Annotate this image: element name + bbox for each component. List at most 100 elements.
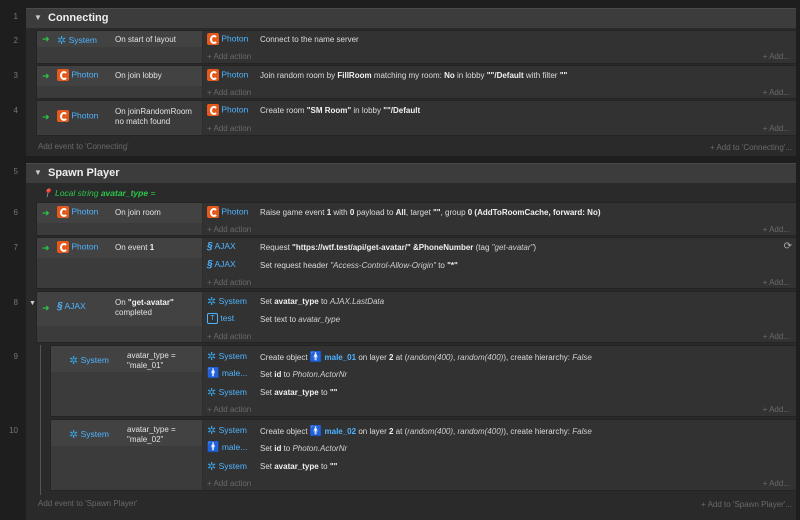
action-text[interactable]: Set avatar_type to "" <box>260 462 337 471</box>
collapse-triangle-icon[interactable]: ▼ <box>34 13 42 22</box>
action-text[interactable]: Raise game event 1 with 0 payload to All… <box>260 208 601 217</box>
event-row[interactable]: ➜ Photon On event 1 § AJAX Request "http… <box>36 237 796 289</box>
add-more-link[interactable]: + Add... <box>763 225 790 234</box>
local-variable[interactable]: 📍 Local string avatar_type = <box>42 188 155 199</box>
line-number: 5 <box>13 167 18 176</box>
add-more-link[interactable]: + Add... <box>763 332 790 341</box>
male-sprite-icon: 🚹 <box>309 426 323 437</box>
add-more-link[interactable]: + Add... <box>763 278 790 287</box>
photon-icon <box>207 33 219 45</box>
condition-block[interactable]: ➜ § AJAX On "get-avatar" completed <box>37 292 202 342</box>
add-more-link[interactable]: + Add... <box>763 52 790 61</box>
add-action-link[interactable]: + Add action <box>207 405 251 414</box>
action-object[interactable]: 🚹 male... <box>207 368 247 379</box>
condition-block[interactable]: ➜ Photon On event 1 <box>37 238 202 288</box>
event-row[interactable]: ➜ Photon On joinRandomRoom no match found… <box>36 100 796 136</box>
action-object[interactable]: § AJAX <box>207 259 236 270</box>
add-more-link[interactable]: + Add... <box>763 405 790 414</box>
gear-icon: ✲ <box>207 461 217 473</box>
action-object[interactable]: § AJAX <box>207 241 236 252</box>
action-text[interactable]: Join random room by FillRoom matching my… <box>260 71 567 80</box>
collapse-triangle-icon[interactable]: ▼ <box>34 168 42 177</box>
trigger-arrow-icon: ➜ <box>42 208 50 218</box>
add-to-group-link[interactable]: + Add to 'Spawn Player'... <box>701 500 792 509</box>
action-object[interactable]: ✲ System <box>207 386 247 399</box>
action-object[interactable]: 🚹 male... <box>207 442 247 453</box>
event-row[interactable]: ➜ Photon On join room Photon Raise game … <box>36 202 796 236</box>
action-text[interactable]: Create object 🚹 male_02 on layer 2 at (r… <box>260 426 592 437</box>
action-object[interactable]: Photon <box>207 206 248 218</box>
condition-text: On join lobby <box>115 71 162 80</box>
group-header-connecting[interactable]: ▼ Connecting <box>26 8 796 28</box>
line-number: 1 <box>13 12 18 21</box>
add-action-link[interactable]: + Add action <box>207 88 251 97</box>
expand-triangle-icon[interactable]: ▼ <box>29 300 36 307</box>
action-text[interactable]: Set id to Photon.ActorNr <box>260 444 347 453</box>
action-text[interactable]: Connect to the name server <box>260 35 359 44</box>
add-action-link[interactable]: + Add action <box>207 332 251 341</box>
event-row[interactable]: ➜ Photon On join lobby Photon Join rando… <box>36 65 796 99</box>
event-row[interactable]: ✲ System avatar_type = "male_01" ✲ System… <box>50 345 796 417</box>
action-text[interactable]: Set text to avatar_type <box>260 315 340 324</box>
condition-block[interactable]: ✲ System avatar_type = "male_01" <box>51 346 202 416</box>
add-action-link[interactable]: + Add action <box>207 52 251 61</box>
condition-block[interactable]: ✲ System avatar_type = "male_02" <box>51 420 202 490</box>
sub-event-indent <box>40 345 41 495</box>
action-text[interactable]: Request "https://wtf.test/api/get-avatar… <box>260 243 536 252</box>
add-action-link[interactable]: + Add action <box>207 124 251 133</box>
trigger-arrow-icon: ➜ <box>42 243 50 253</box>
action-object[interactable]: Photon <box>207 104 248 116</box>
condition-block[interactable]: ➜ ✲ System On start of layout <box>37 31 202 63</box>
add-more-link[interactable]: + Add... <box>763 479 790 488</box>
add-action-link[interactable]: + Add action <box>207 225 251 234</box>
action-text[interactable]: Create object 🚹 male_01 on layer 2 at (r… <box>260 352 592 363</box>
action-object[interactable]: Photon <box>207 69 248 81</box>
action-object[interactable]: Photon <box>207 33 248 45</box>
group-name: Connecting <box>48 12 109 24</box>
action-text[interactable]: Set id to Photon.ActorNr <box>260 370 347 379</box>
action-text[interactable]: Set avatar_type to AJAX.LastData <box>260 297 384 306</box>
action-object[interactable]: ✲ System <box>207 424 247 437</box>
ajax-icon: § <box>57 301 63 312</box>
actions-block: ✲ System Create object 🚹 male_01 on laye… <box>203 346 796 416</box>
add-action-link[interactable]: + Add action <box>207 278 251 287</box>
photon-icon <box>57 241 69 253</box>
gear-icon: ✲ <box>207 387 217 399</box>
pin-icon: 📍 <box>42 188 53 198</box>
refresh-icon[interactable]: ⟳ <box>784 241 792 252</box>
action-text[interactable]: Set avatar_type to "" <box>260 388 337 397</box>
condition-block[interactable]: ➜ Photon On join lobby <box>37 66 202 98</box>
trigger-arrow-icon: ➜ <box>42 112 50 122</box>
action-object[interactable]: T test <box>207 313 234 325</box>
group-header-spawn-player[interactable]: ▼ Spawn Player <box>26 163 796 183</box>
add-to-group-link[interactable]: + Add to 'Connecting'... <box>710 143 792 152</box>
add-action-link[interactable]: + Add action <box>207 479 251 488</box>
gear-icon: ✲ <box>57 35 67 47</box>
condition-block[interactable]: ➜ Photon On joinRandomRoom no match found <box>37 101 202 135</box>
add-event-link[interactable]: Add event to 'Connecting' <box>38 142 129 151</box>
event-row[interactable]: ➜ ✲ System On start of layout Photon Con… <box>36 30 796 64</box>
actions-block: § AJAX Request "https://wtf.test/api/get… <box>203 238 796 288</box>
event-row[interactable]: ➜ § AJAX On "get-avatar" completed ✲ Syst… <box>36 291 796 343</box>
photon-icon <box>207 69 219 81</box>
add-more-link[interactable]: + Add... <box>763 88 790 97</box>
action-object[interactable]: ✲ System <box>207 350 247 363</box>
action-object[interactable]: ✲ System <box>207 295 247 308</box>
condition-text: On join room <box>115 208 161 217</box>
line-number: 8 <box>13 298 18 307</box>
action-text[interactable]: Set request header "Access-Control-Allow… <box>260 261 458 270</box>
condition-object: § AJAX <box>57 301 86 312</box>
condition-object: ✲ System <box>69 428 109 441</box>
actions-block: Photon Create room "SM Room" in lobby ""… <box>203 101 796 135</box>
condition-object: ✲ System <box>57 34 97 47</box>
action-object[interactable]: ✲ System <box>207 460 247 473</box>
add-more-link[interactable]: + Add... <box>763 124 790 133</box>
condition-text: On "get-avatar" completed <box>115 298 174 317</box>
condition-block[interactable]: ➜ Photon On join room <box>37 203 202 235</box>
add-event-link[interactable]: Add event to 'Spawn Player' <box>38 499 138 508</box>
male-sprite-icon: 🚹 <box>207 368 220 379</box>
event-row[interactable]: ✲ System avatar_type = "male_02" ✲ System… <box>50 419 796 491</box>
trigger-arrow-icon: ➜ <box>42 71 50 81</box>
action-text[interactable]: Create room "SM Room" in lobby ""/Defaul… <box>260 106 420 115</box>
line-number: 9 <box>13 352 18 361</box>
